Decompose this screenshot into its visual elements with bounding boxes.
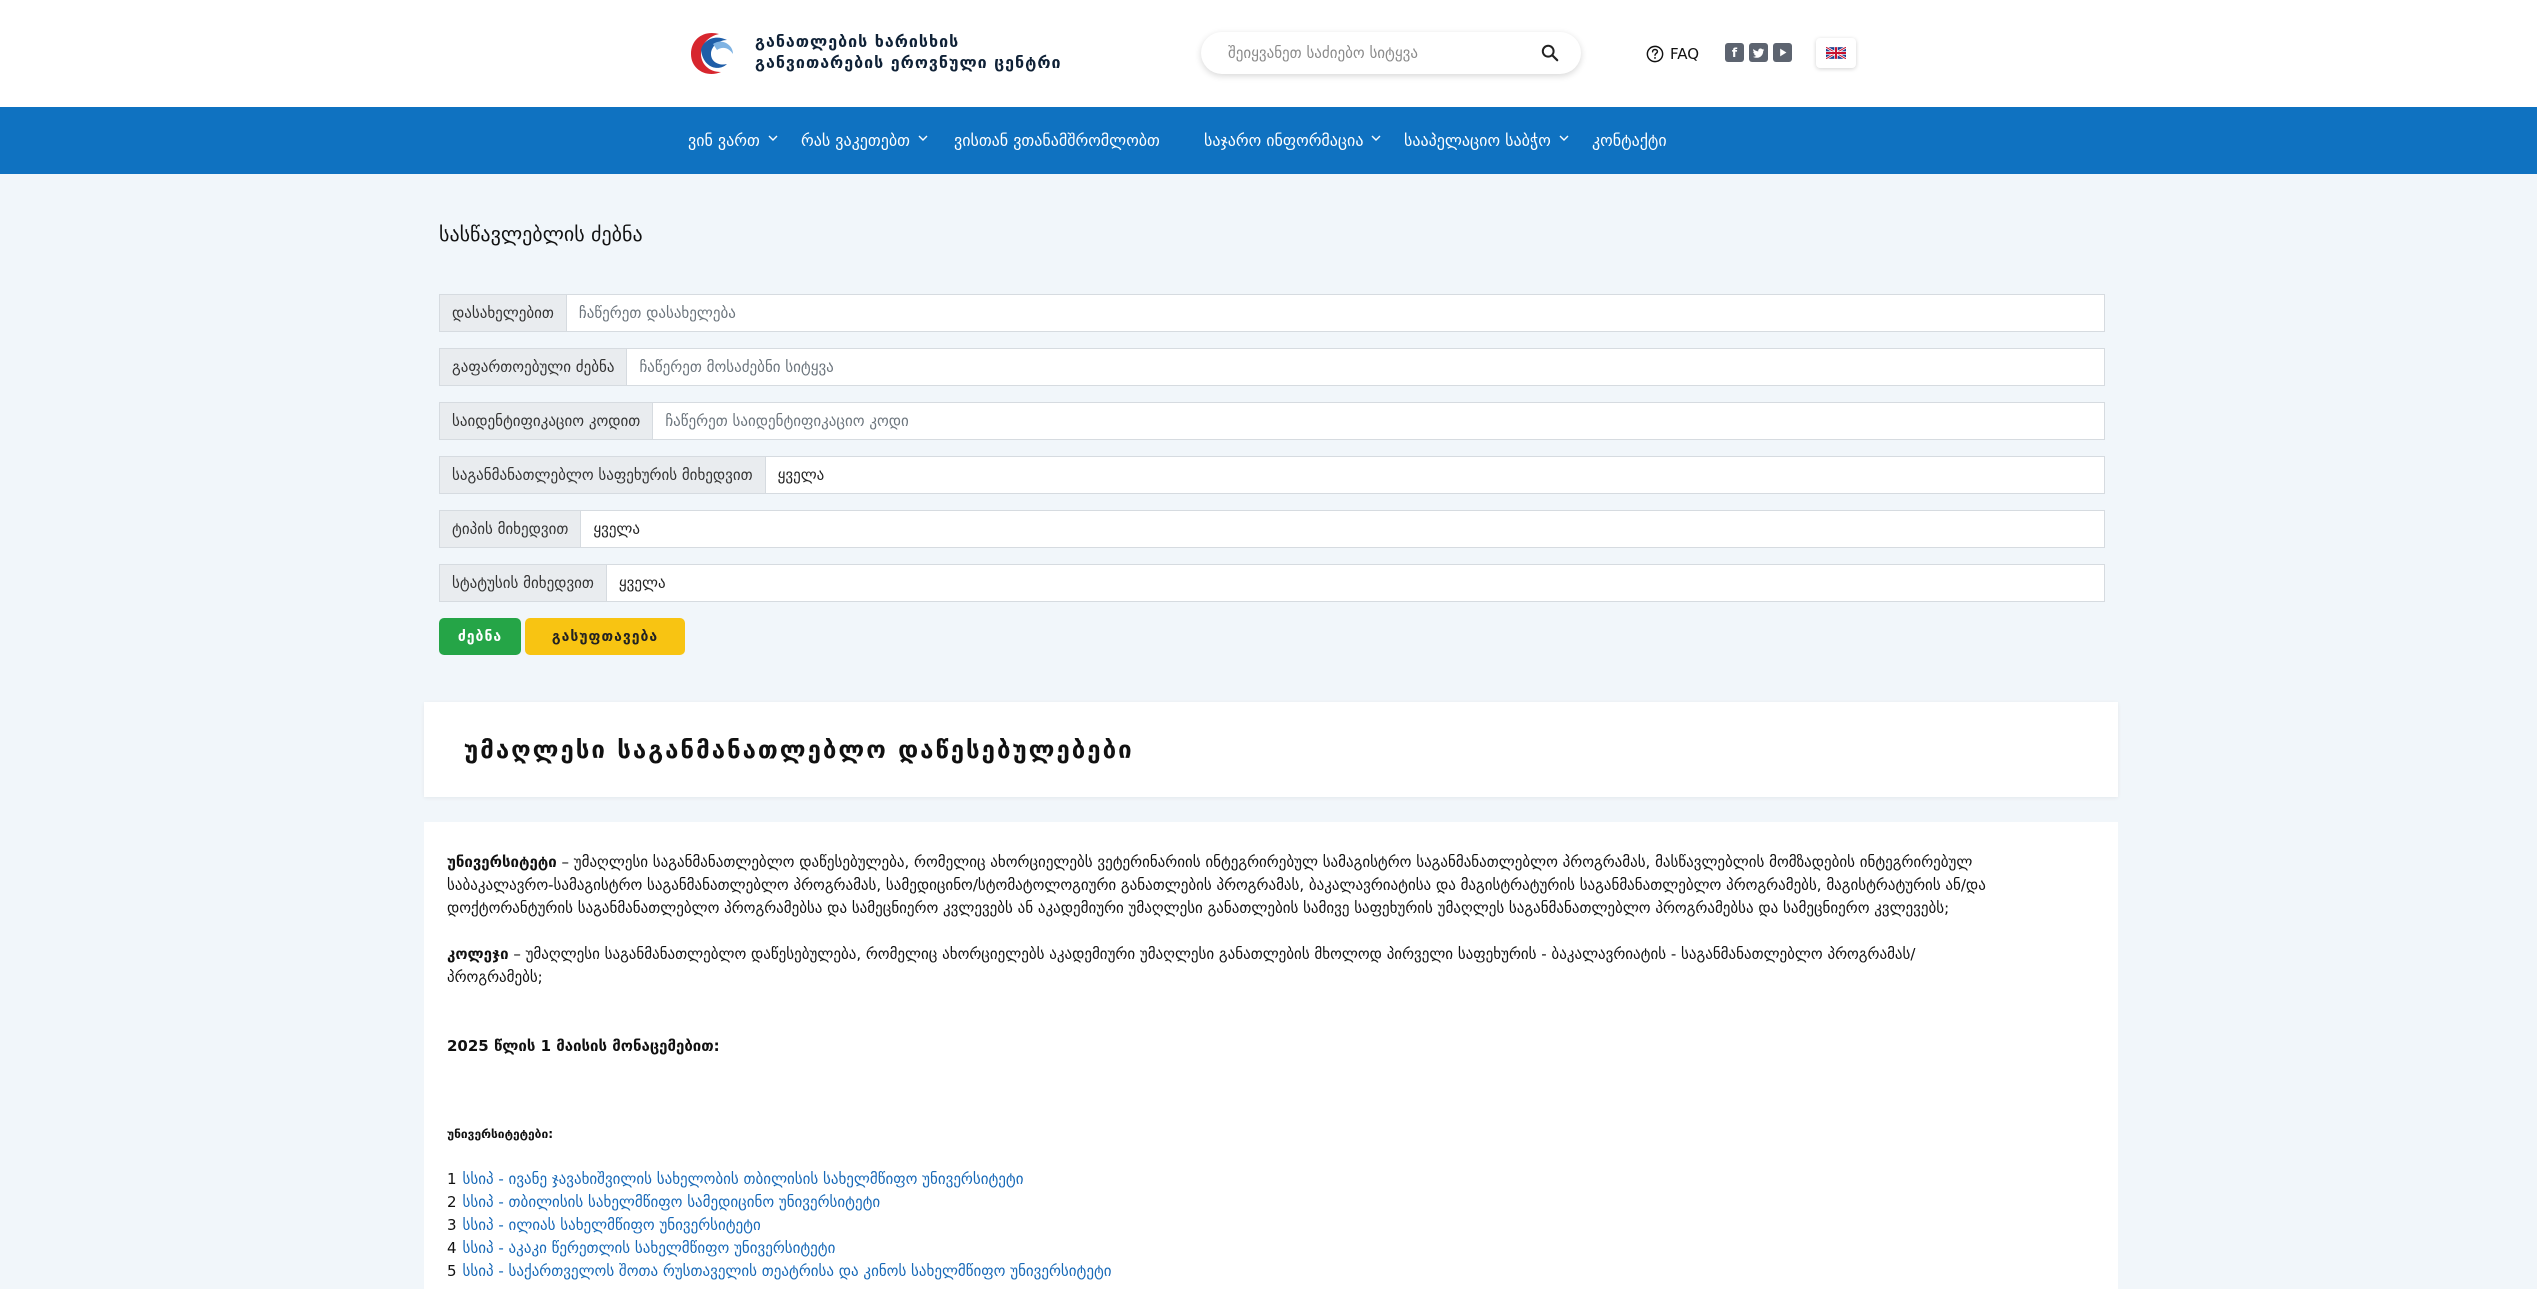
youtube-icon[interactable] bbox=[1773, 43, 1792, 62]
chevron-down-icon bbox=[918, 135, 928, 141]
university-definition: უნივერსიტეტი – უმაღლესი საგანმანათლებლო … bbox=[447, 851, 2067, 920]
main-nav: ვინ ვართ რას ვაკეთებთ ვისთან ვთანამშრომლ… bbox=[0, 107, 2537, 174]
university-link[interactable]: სსიპ - თბილისის სახელმწიფო სამედიცინო უნ… bbox=[463, 1193, 881, 1211]
logo-line-2: განვითარების ეროვნული ცენტრი bbox=[755, 53, 1062, 72]
advanced-search-label: გაფართოებული ძებნა bbox=[440, 349, 628, 385]
university-term: უნივერსიტეტი bbox=[447, 853, 557, 871]
list-number: 1 bbox=[447, 1170, 457, 1188]
advanced-search-row: გაფართოებული ძებნა ჩაწერეთ მოსაძებნი სიტ… bbox=[439, 348, 2105, 386]
nav-label: ვინ ვართ bbox=[688, 131, 760, 150]
list-item: 3 სსიპ - ილიას სახელმწიფო უნივერსიტეტი bbox=[447, 1214, 761, 1237]
id-code-input[interactable]: ჩაწერეთ საიდენტიფიკაციო კოდი bbox=[653, 403, 2104, 439]
nav-label: ვისთან ვთანამშრომლობთ bbox=[954, 131, 1160, 150]
level-filter-row: საგანმანათლებლო საფეხურის მიხედვით ყველა bbox=[439, 456, 2105, 494]
logo-line-1: განათლების ხარისხის bbox=[755, 32, 960, 51]
chevron-down-icon bbox=[768, 135, 778, 141]
uk-flag-icon bbox=[1826, 47, 1846, 59]
college-definition: კოლეჯი – უმაღლესი საგანმანათლებლო დაწესე… bbox=[447, 943, 2067, 989]
content-card: უნივერსიტეტი – უმაღლესი საგანმანათლებლო … bbox=[424, 822, 2118, 1289]
logo-text: განათლების ხარისხის განვითარების ეროვნულ… bbox=[755, 31, 1062, 73]
twitter-icon[interactable] bbox=[1749, 43, 1768, 62]
list-item: 2 სსიპ - თბილისის სახელმწიფო სამედიცინო უ… bbox=[447, 1191, 880, 1214]
language-switcher[interactable] bbox=[1816, 38, 1856, 68]
university-link[interactable]: სსიპ - საქართველოს შოთა რუსთაველის თეატრ… bbox=[463, 1262, 1112, 1280]
status-filter-select[interactable]: ყველა bbox=[607, 565, 2104, 601]
nav-item-appeals-board[interactable]: სააპელაციო საბჭო bbox=[1404, 107, 1569, 174]
list-number: 3 bbox=[447, 1216, 457, 1234]
logo-icon bbox=[691, 32, 733, 74]
nav-item-who-we-are[interactable]: ვინ ვართ bbox=[688, 107, 778, 174]
chevron-down-icon bbox=[1559, 135, 1569, 141]
universities-heading: უნივერსიტეტები: bbox=[447, 1127, 554, 1141]
search-button[interactable]: ძებნა bbox=[439, 618, 521, 655]
list-item: 4 სსიპ - აკაკი წერეთლის სახელმწიფო უნივერ… bbox=[447, 1237, 835, 1260]
college-def-line-1: – უმაღლესი საგანმანათლებლო დაწესებულება,… bbox=[508, 945, 1916, 963]
name-search-row: დასახელებით ჩაწერეთ დასახელება bbox=[439, 294, 2105, 332]
nav-label: სააპელაციო საბჭო bbox=[1404, 131, 1551, 150]
university-def-line-3: დოქტორანტურის საგანმანათლებლო პროგრამებს… bbox=[447, 899, 1950, 917]
search-form-title: სასწავლებლის ძებნა bbox=[439, 222, 643, 246]
nav-item-what-we-do[interactable]: რას ვაკეთებთ bbox=[801, 107, 928, 174]
university-link[interactable]: სსიპ - ილიას სახელმწიფო უნივერსიტეტი bbox=[463, 1216, 761, 1234]
top-header: განათლების ხარისხის განვითარების ეროვნულ… bbox=[0, 0, 2537, 107]
level-filter-label: საგანმანათლებლო საფეხურის მიხედვით bbox=[440, 457, 766, 493]
type-filter-label: ტიპის მიხედვით bbox=[440, 511, 582, 547]
section-heading: უმაღლესი საგანმანათლებლო დაწესებულებები bbox=[464, 735, 1134, 764]
list-number: 4 bbox=[447, 1239, 457, 1257]
nav-item-public-info[interactable]: საჯარო ინფორმაცია bbox=[1204, 107, 1381, 174]
data-date-note: 2025 წლის 1 მაისის მონაცემებით: bbox=[447, 1037, 720, 1055]
university-def-line-1: – უმაღლესი საგანმანათლებლო დაწესებულება,… bbox=[556, 853, 1973, 871]
college-def-line-2: პროგრამებს; bbox=[447, 968, 543, 986]
id-code-label: საიდენტიფიკაციო კოდით bbox=[440, 403, 654, 439]
nav-item-contact[interactable]: კონტაქტი bbox=[1592, 107, 1667, 174]
section-heading-card: უმაღლესი საგანმანათლებლო დაწესებულებები bbox=[424, 702, 2118, 797]
list-item: 5 სსიპ - საქართველოს შოთა რუსთაველის თეატ… bbox=[447, 1260, 1112, 1283]
university-def-line-2: საბაკალავრო-სამაგისტრო საგანმანათლებლო პ… bbox=[447, 876, 1986, 894]
site-logo[interactable]: განათლების ხარისხის განვითარების ეროვნულ… bbox=[683, 24, 1103, 80]
name-search-label: დასახელებით bbox=[440, 295, 567, 331]
search-icon[interactable] bbox=[1541, 44, 1559, 62]
social-links: f bbox=[1725, 43, 1792, 62]
site-search bbox=[1201, 32, 1581, 74]
nav-item-partners[interactable]: ვისთან ვთანამშრომლობთ bbox=[954, 107, 1160, 174]
college-term: კოლეჯი bbox=[447, 945, 509, 963]
question-circle-icon bbox=[1646, 45, 1664, 63]
name-search-input[interactable]: ჩაწერეთ დასახელება bbox=[567, 295, 2104, 331]
facebook-icon[interactable]: f bbox=[1725, 43, 1744, 62]
level-filter-select[interactable]: ყველა bbox=[766, 457, 2104, 493]
status-filter-label: სტატუსის მიხედვით bbox=[440, 565, 607, 601]
type-filter-row: ტიპის მიხედვით ყველა bbox=[439, 510, 2105, 548]
list-number: 2 bbox=[447, 1193, 457, 1211]
university-link[interactable]: სსიპ - ივანე ჯავახიშვილის სახელობის თბილ… bbox=[463, 1170, 1024, 1188]
type-filter-select[interactable]: ყველა bbox=[581, 511, 2104, 547]
faq-label: FAQ bbox=[1670, 45, 1700, 63]
clear-button[interactable]: გასუფთავება bbox=[525, 618, 685, 655]
id-code-search-row: საიდენტიფიკაციო კოდით ჩაწერეთ საიდენტიფი… bbox=[439, 402, 2105, 440]
status-filter-row: სტატუსის მიხედვით ყველა bbox=[439, 564, 2105, 602]
list-item: 1 სსიპ - ივანე ჯავახიშვილის სახელობის თბი… bbox=[447, 1168, 1023, 1191]
faq-link[interactable]: FAQ bbox=[1646, 42, 1699, 66]
list-number: 5 bbox=[447, 1262, 457, 1280]
chevron-down-icon bbox=[1371, 135, 1381, 141]
advanced-search-input[interactable]: ჩაწერეთ მოსაძებნი სიტყვა bbox=[627, 349, 2104, 385]
nav-label: კონტაქტი bbox=[1592, 131, 1667, 150]
search-input[interactable] bbox=[1228, 44, 1528, 62]
nav-label: საჯარო ინფორმაცია bbox=[1204, 131, 1364, 150]
university-link[interactable]: სსიპ - აკაკი წერეთლის სახელმწიფო უნივერს… bbox=[463, 1239, 836, 1257]
nav-label: რას ვაკეთებთ bbox=[801, 131, 910, 150]
